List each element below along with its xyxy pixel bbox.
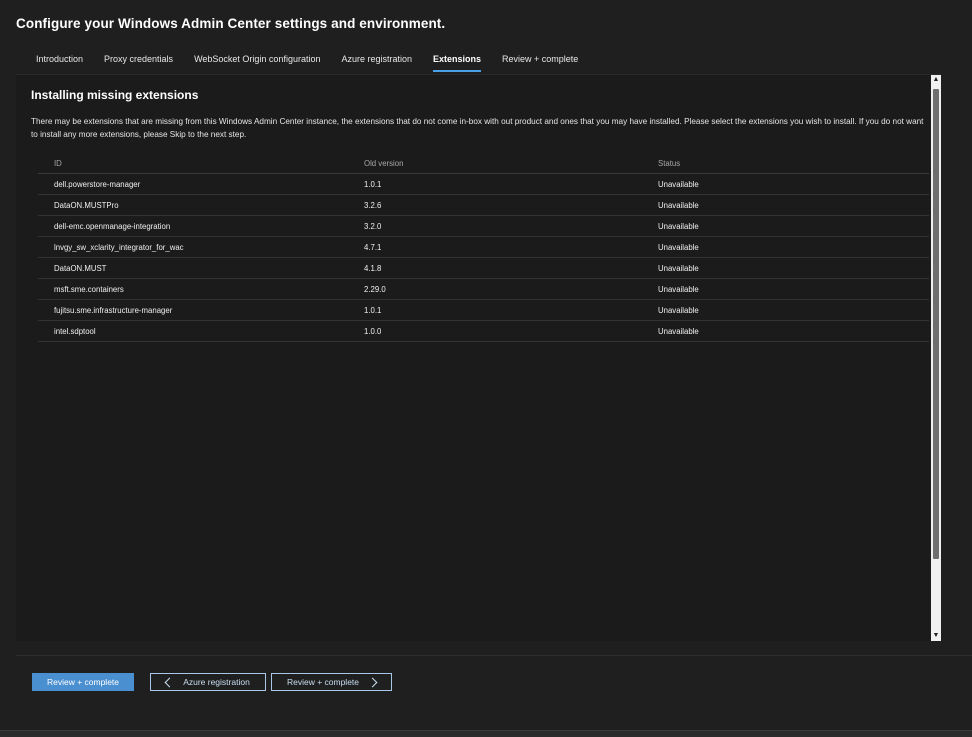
tab-introduction[interactable]: Introduction	[26, 48, 93, 72]
column-header-status[interactable]: Status	[658, 159, 929, 168]
extension-id: DataON.MUST	[54, 263, 107, 273]
extension-id: dell.powerstore-manager	[54, 179, 141, 189]
extension-id: lnvgy_sw_xclarity_integrator_for_wac	[54, 242, 184, 252]
extension-id: dell-emc.openmanage-integration	[54, 221, 171, 231]
extension-version: 1.0.1	[364, 305, 382, 315]
setup-window: Configure your Windows Admin Center sett…	[0, 0, 972, 737]
extension-id: DataON.MUSTPro	[54, 200, 119, 210]
vertical-scrollbar[interactable]: ▲ ▼	[931, 75, 941, 641]
extension-version: 3.2.0	[364, 221, 382, 231]
extension-id: msft.sme.containers	[54, 284, 124, 294]
section-description: There may be extensions that are missing…	[31, 117, 924, 139]
extensions-panel: Installing missing extensions There may …	[16, 74, 941, 641]
review-complete-primary-button[interactable]: Review + complete	[32, 673, 134, 691]
table-row[interactable]: dell.powerstore-manager 1.0.1 Unavailabl…	[38, 174, 929, 195]
extension-status: Unavailable	[658, 263, 699, 273]
extension-version: 1.0.0	[364, 326, 382, 336]
extension-version: 4.7.1	[364, 242, 382, 252]
tab-proxy-credentials[interactable]: Proxy credentials	[94, 48, 183, 72]
extension-status: Unavailable	[658, 326, 699, 336]
scrollbar-thumb[interactable]	[933, 89, 939, 559]
next-review-complete-button[interactable]: Review + complete	[271, 673, 392, 691]
table-row[interactable]: intel.sdptool 1.0.0 Unavailable	[38, 321, 929, 342]
tab-review-complete[interactable]: Review + complete	[492, 48, 588, 72]
arrow-up-icon[interactable]: ▲	[931, 75, 941, 85]
bottom-edge	[0, 730, 972, 737]
extension-version: 2.29.0	[364, 284, 386, 294]
extension-version: 4.1.8	[364, 263, 382, 273]
extension-status: Unavailable	[658, 305, 699, 315]
extension-version: 1.0.1	[364, 179, 382, 189]
table-row[interactable]: DataON.MUST 4.1.8 Unavailable	[38, 258, 929, 279]
extensions-table: ID Old version Status dell.powerstore-ma…	[38, 153, 929, 342]
extension-status: Unavailable	[658, 221, 699, 231]
table-row[interactable]: fujitsu.sme.infrastructure-manager 1.0.1…	[38, 300, 929, 321]
page-title: Configure your Windows Admin Center sett…	[16, 16, 446, 31]
tab-extensions[interactable]: Extensions	[423, 48, 491, 72]
table-header-row: ID Old version Status	[38, 153, 929, 174]
arrow-down-icon[interactable]: ▼	[931, 631, 941, 641]
tab-bar: Introduction Proxy credentials WebSocket…	[26, 48, 589, 72]
tab-azure-registration[interactable]: Azure registration	[331, 48, 422, 72]
chevron-right-icon	[367, 677, 378, 687]
extension-id: intel.sdptool	[54, 326, 96, 336]
extension-version: 3.2.6	[364, 200, 382, 210]
section-title: Installing missing extensions	[31, 88, 199, 102]
tab-websocket-origin[interactable]: WebSocket Origin configuration	[184, 48, 330, 72]
chevron-left-icon	[164, 677, 175, 687]
column-header-old-version[interactable]: Old version	[364, 159, 658, 168]
extension-status: Unavailable	[658, 242, 699, 252]
table-row[interactable]: DataON.MUSTPro 3.2.6 Unavailable	[38, 195, 929, 216]
extension-status: Unavailable	[658, 284, 699, 294]
table-row[interactable]: msft.sme.containers 2.29.0 Unavailable	[38, 279, 929, 300]
column-header-id[interactable]: ID	[38, 159, 364, 168]
footer-divider	[16, 655, 972, 656]
back-azure-registration-button[interactable]: Azure registration	[150, 673, 266, 691]
next-button-label: Review + complete	[286, 677, 360, 687]
back-button-label: Azure registration	[183, 677, 250, 687]
table-row[interactable]: dell-emc.openmanage-integration 3.2.0 Un…	[38, 216, 929, 237]
table-row[interactable]: lnvgy_sw_xclarity_integrator_for_wac 4.7…	[38, 237, 929, 258]
extension-status: Unavailable	[658, 179, 699, 189]
extension-status: Unavailable	[658, 200, 699, 210]
extension-id: fujitsu.sme.infrastructure-manager	[54, 305, 173, 315]
